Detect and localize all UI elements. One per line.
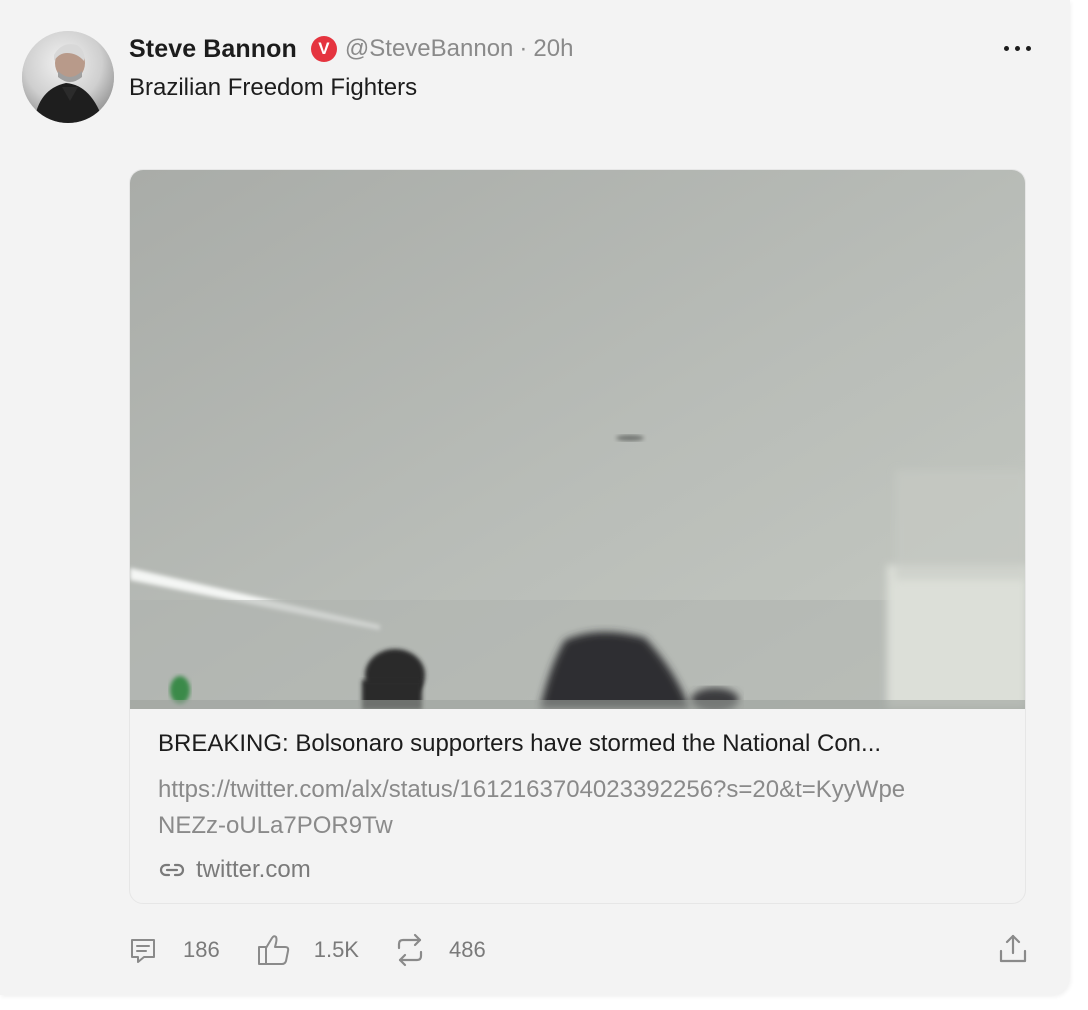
more-options-icon[interactable] <box>996 34 1038 62</box>
repost-icon <box>395 933 425 967</box>
link-title: BREAKING: Bolsonaro supporters have stor… <box>158 730 882 757</box>
like-button[interactable]: 1.5K <box>256 932 359 968</box>
action-bar: 186 1.5K 486 <box>127 930 486 970</box>
link-preview-card[interactable]: BREAKING: Bolsonaro supporters have stor… <box>129 169 1026 904</box>
verified-badge-icon: V <box>310 36 337 62</box>
post-text: Brazilian Freedom Fighters <box>129 74 418 101</box>
link-icon <box>158 861 186 879</box>
link-preview-image <box>130 170 1025 709</box>
avatar[interactable] <box>22 31 114 123</box>
author-handle[interactable]: @SteveBannon <box>345 35 513 63</box>
link-domain-text: twitter.com <box>196 856 311 883</box>
share-icon[interactable] <box>996 931 1030 967</box>
author-name[interactable]: Steve Bannon <box>129 35 297 64</box>
repost-button[interactable]: 486 <box>395 933 486 967</box>
link-domain: twitter.com <box>158 856 311 884</box>
post-header: Steve Bannon V @SteveBannon · 20h <box>129 31 573 67</box>
reply-icon <box>127 934 159 966</box>
thumbs-up-icon <box>256 932 292 968</box>
post-card: Steve Bannon V @SteveBannon · 20h Brazil… <box>0 0 1070 995</box>
post-timestamp[interactable]: 20h <box>533 35 573 63</box>
separator: · <box>519 35 528 62</box>
like-count: 1.5K <box>313 937 359 962</box>
reply-count: 186 <box>183 937 220 962</box>
link-url: https://twitter.com/alx/status/161216370… <box>158 776 906 839</box>
reply-button[interactable]: 186 <box>127 934 220 966</box>
repost-count: 486 <box>448 937 486 962</box>
